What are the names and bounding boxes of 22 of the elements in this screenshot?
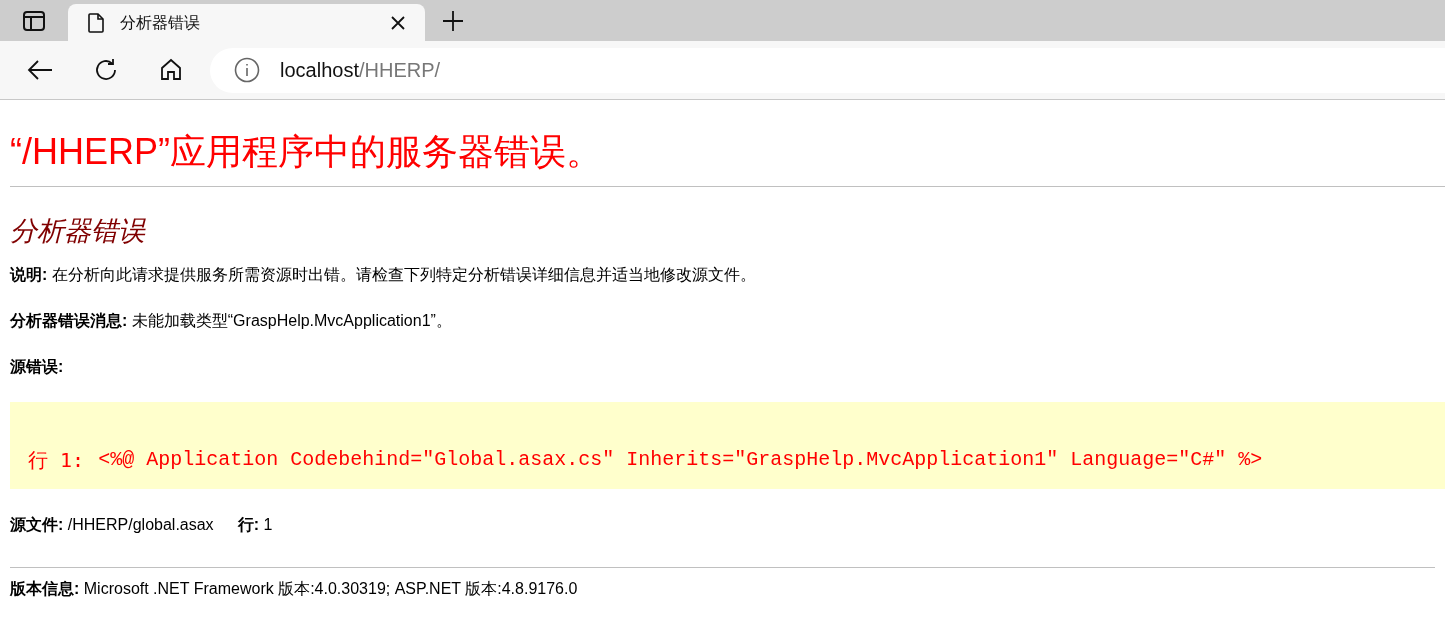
error-message: 分析器错误消息: 未能加载类型“GraspHelp.MvcApplication1”。	[10, 311, 453, 331]
error-title: “/HHERP”应用程序中的服务器错误。	[10, 130, 603, 174]
source-error-label: 源错误:	[10, 357, 65, 377]
version-info: 版本信息: Microsoft .NET Framework 版本:4.0.30319; ASP.NET 版本:4.8.9176.0	[10, 579, 579, 599]
info-icon	[234, 57, 260, 83]
page-icon	[88, 12, 104, 33]
url-text: localhost/HHERP/	[280, 58, 441, 83]
browser-tab[interactable]: 分析器错误	[68, 4, 425, 41]
line-number: 行 1:	[28, 447, 85, 474]
code-text: <%@ Application Codebehind="Global.asax.cs" Inherits="GraspHelp.MvcApplication1" Language="C#" %>	[98, 447, 1263, 473]
line-text: 行: 1	[237, 515, 273, 535]
address-field[interactable]: localhost/HHERP/	[210, 47, 1445, 93]
source-file-text: 源文件: /HHERP/global.asax	[10, 515, 214, 535]
error-subtitle: 分析器错误	[10, 215, 147, 248]
back-arrow-icon[interactable]	[27, 59, 53, 81]
refresh-icon[interactable]	[93, 57, 119, 83]
tab-title: 分析器错误	[120, 12, 201, 33]
close-icon[interactable]	[391, 15, 405, 30]
sidebar-icon[interactable]	[23, 10, 45, 31]
plus-icon[interactable]	[442, 9, 464, 32]
home-icon[interactable]	[159, 58, 183, 82]
description-text: 说明: 在分析向此请求提供服务所需资源时出错。请检查下列特定分析错误详细信息并适当地修改源文件。	[10, 265, 757, 285]
